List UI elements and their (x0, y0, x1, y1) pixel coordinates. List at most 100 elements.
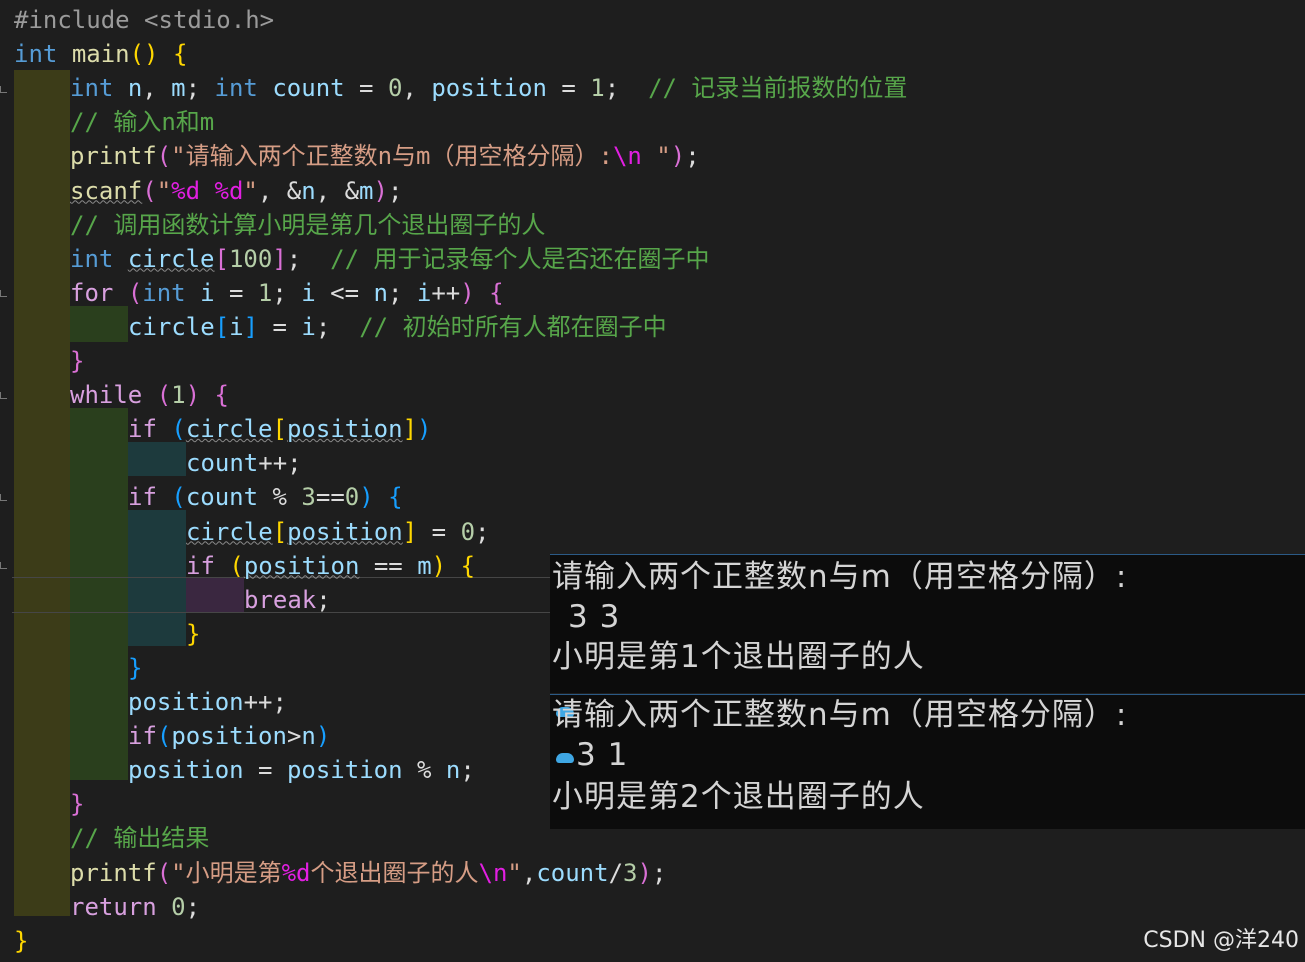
code-line[interactable]: int circle[100]; // 用于记录每个人是否还在圈子中 (14, 242, 710, 276)
code-token: " (641, 142, 671, 171)
code-token: ; (685, 142, 700, 171)
fold-marker[interactable] (0, 290, 7, 297)
code-token: ; (286, 244, 331, 273)
code-token: % (258, 483, 302, 512)
code-line[interactable]: } (14, 651, 142, 685)
code-line[interactable]: for (int i = 1; i <= n; i++) { (14, 276, 504, 310)
console-window-2[interactable]: 请输入两个正整数n与m（用空格分隔）: 3 1 小明是第2个退出圈子的人 (550, 694, 1305, 829)
code-token: ; (387, 278, 417, 307)
code-line[interactable]: if (position == m) { (14, 549, 475, 583)
code-line[interactable]: // 输入n和m (14, 105, 214, 139)
code-line[interactable]: while (1) { (14, 378, 229, 412)
code-token: if (128, 415, 157, 444)
code-token: ; (460, 756, 475, 785)
code-token: [ (272, 517, 288, 546)
watermark: CSDN @洋240 (1143, 928, 1299, 953)
code-line[interactable]: if(position>n) (14, 719, 330, 753)
code-line[interactable]: circle[i] = i; // 初始时所有人都在圈子中 (14, 310, 667, 344)
code-line[interactable]: position = position % n; (14, 753, 475, 787)
code-token: break (244, 585, 317, 614)
code-line[interactable]: } (14, 344, 84, 378)
code-line[interactable]: scanf("%d %d", &n, &m); (14, 174, 402, 208)
code-token: 100 (228, 244, 273, 273)
code-token: ; (475, 517, 490, 546)
code-token: = (546, 74, 591, 103)
fold-marker[interactable] (0, 392, 7, 399)
code-token: ] (402, 415, 418, 444)
code-line[interactable]: int main() { (14, 37, 187, 71)
code-token: position (128, 688, 244, 716)
code-line[interactable]: // 输出结果 (14, 821, 209, 855)
code-token: 0 (387, 74, 403, 103)
code-token: ( (156, 722, 172, 751)
code-token: m (171, 74, 186, 103)
fold-marker[interactable] (0, 86, 7, 93)
code-line[interactable]: position++; (14, 685, 287, 719)
code-token: n (127, 74, 143, 103)
code-token: ) (185, 381, 201, 410)
code-token: \n (612, 142, 642, 171)
code-line[interactable]: } (14, 787, 84, 821)
console-input-icon (556, 753, 574, 763)
code-token: if (186, 551, 215, 580)
code-token: ( (127, 278, 143, 307)
code-token: == (315, 483, 345, 512)
code-token: circle (185, 415, 273, 444)
code-line[interactable]: if (count % 3==0) { (14, 480, 403, 514)
code-token: 3 (301, 483, 316, 512)
console-window-1[interactable]: 请输入两个正整数n与m（用空格分隔）: 3 3 小明是第1个退出圈子的人 (550, 554, 1305, 693)
code-token: // 用于记录每个人是否还在圈子中 (330, 244, 710, 273)
console-input: 3 1 (576, 737, 629, 773)
code-token: count (272, 74, 345, 103)
fold-marker[interactable] (0, 494, 7, 501)
code-line[interactable]: count++; (14, 446, 302, 480)
code-token: count (186, 449, 259, 478)
code-line[interactable]: printf("小明是第%d个退出圈子的人\n",count/3); (14, 856, 666, 890)
code-line[interactable]: } (14, 924, 28, 958)
code-token: ( (229, 551, 244, 580)
code-line[interactable]: #include <stdio.h> (14, 3, 274, 37)
code-token: ) (417, 415, 432, 444)
code-line[interactable]: circle[position] = 0; (14, 515, 489, 549)
code-line[interactable]: } (14, 617, 200, 651)
code-token: %d %d (171, 176, 244, 205)
code-line[interactable]: if (circle[position]) (14, 412, 431, 446)
code-line[interactable]: // 调用函数计算小明是第几个退出圈子的人 (14, 208, 545, 242)
code-token: n (301, 176, 316, 205)
code-line[interactable]: int n, m; int count = 0, position = 1; /… (14, 71, 907, 105)
code-token: > (286, 722, 302, 751)
code-token: ; (315, 312, 360, 341)
code-line[interactable]: return 0; (14, 890, 200, 924)
code-token: [ (214, 312, 230, 341)
code-token: count (185, 483, 259, 512)
code-token: " (156, 176, 172, 205)
code-token: { (388, 483, 403, 512)
code-token: = (258, 312, 302, 341)
code-token: [ (214, 244, 229, 273)
code-token: // 调用函数计算小明是第几个退出圈子的人 (70, 210, 546, 239)
code-token: ; (272, 278, 302, 307)
console-result: 小明是第1个退出圈子的人 (552, 639, 925, 675)
code-token: i (416, 278, 432, 307)
code-token: position (286, 415, 403, 444)
code-token: while (70, 381, 143, 410)
code-token: , (402, 74, 432, 103)
code-token: ; (604, 74, 649, 103)
console-input: 3 3 (568, 599, 621, 635)
code-token: position (286, 756, 403, 785)
code-line[interactable]: break; (14, 583, 331, 617)
code-line[interactable]: printf("请输入两个正整数n与m（用空格分隔）:\n "); (14, 139, 700, 173)
code-token: i (229, 312, 244, 341)
code-token: for (70, 278, 114, 307)
code-token: printf (70, 858, 157, 887)
fold-marker[interactable] (0, 562, 7, 569)
code-token: ( (156, 858, 172, 887)
code-token: 个退出圈子的人 (310, 858, 479, 887)
code-token: main (71, 40, 130, 69)
console-prompt: 请输入两个正整数n与m（用空格分隔）: (552, 559, 1128, 595)
